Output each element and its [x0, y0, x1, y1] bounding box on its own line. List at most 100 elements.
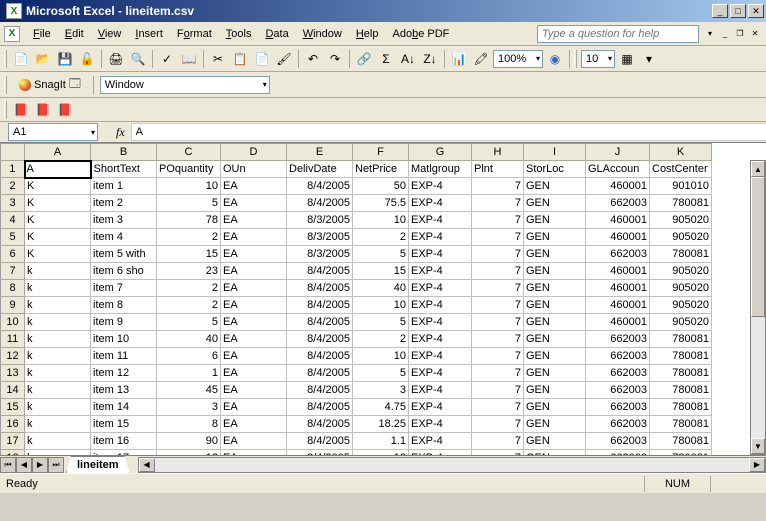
cell-H10[interactable]: 7 [472, 314, 524, 331]
row-header-16[interactable]: 16 [1, 416, 25, 433]
cell-J10[interactable]: 460001 [586, 314, 650, 331]
cell-J2[interactable]: 460001 [586, 178, 650, 195]
row-header-5[interactable]: 5 [1, 229, 25, 246]
cell-D12[interactable]: EA [221, 348, 287, 365]
cell-J8[interactable]: 460001 [586, 280, 650, 297]
cell-F6[interactable]: 5 [353, 246, 409, 263]
cell-J13[interactable]: 662003 [586, 365, 650, 382]
cell-D6[interactable]: EA [221, 246, 287, 263]
cell-D8[interactable]: EA [221, 280, 287, 297]
cell-H17[interactable]: 7 [472, 433, 524, 450]
cell-B2[interactable]: item 1 [91, 178, 157, 195]
cell-J1[interactable]: GLAccoun [586, 161, 650, 178]
cell-D18[interactable]: EA [221, 450, 287, 456]
cell-C7[interactable]: 23 [157, 263, 221, 280]
cell-I17[interactable]: GEN [524, 433, 586, 450]
cell-K11[interactable]: 780081 [650, 331, 712, 348]
cell-E18[interactable]: 8/4/2005 [287, 450, 353, 456]
cell-C18[interactable]: 12 [157, 450, 221, 456]
cell-B13[interactable]: item 12 [91, 365, 157, 382]
select-all-cell[interactable] [1, 144, 25, 161]
row-header-3[interactable]: 3 [1, 195, 25, 212]
row-header-9[interactable]: 9 [1, 297, 25, 314]
cell-K4[interactable]: 905020 [650, 212, 712, 229]
cell-I8[interactable]: GEN [524, 280, 586, 297]
cell-C8[interactable]: 2 [157, 280, 221, 297]
cell-D7[interactable]: EA [221, 263, 287, 280]
cell-H4[interactable]: 7 [472, 212, 524, 229]
cell-I15[interactable]: GEN [524, 399, 586, 416]
menu-format[interactable]: Format [170, 26, 219, 42]
save-icon[interactable]: 💾 [55, 49, 75, 69]
cell-H18[interactable]: 7 [472, 450, 524, 456]
cell-B16[interactable]: item 15 [91, 416, 157, 433]
mdi-minimize-button[interactable]: _ [718, 28, 732, 40]
cell-K15[interactable]: 780081 [650, 399, 712, 416]
cell-A18[interactable]: k [25, 450, 91, 456]
cell-C5[interactable]: 2 [157, 229, 221, 246]
hyperlink-icon[interactable]: 🔗 [354, 49, 374, 69]
horizontal-scrollbar[interactable]: ◀ ▶ [138, 457, 766, 473]
cell-B10[interactable]: item 9 [91, 314, 157, 331]
cell-E9[interactable]: 8/4/2005 [287, 297, 353, 314]
chart-icon[interactable]: 📊 [449, 49, 469, 69]
pdf-convert-email-icon[interactable]: 📕 [33, 100, 53, 120]
cell-B9[interactable]: item 8 [91, 297, 157, 314]
cell-C14[interactable]: 45 [157, 382, 221, 399]
cell-D4[interactable]: EA [221, 212, 287, 229]
cell-B6[interactable]: item 5 with [91, 246, 157, 263]
vertical-scrollbar[interactable]: ▲ ▼ [750, 160, 766, 455]
cell-E17[interactable]: 8/4/2005 [287, 433, 353, 450]
cell-F12[interactable]: 10 [353, 348, 409, 365]
spelling-icon[interactable]: ✓ [157, 49, 177, 69]
cell-E14[interactable]: 8/4/2005 [287, 382, 353, 399]
cell-D13[interactable]: EA [221, 365, 287, 382]
row-header-15[interactable]: 15 [1, 399, 25, 416]
cell-G15[interactable]: EXP-4 [409, 399, 472, 416]
cell-I18[interactable]: GEN [524, 450, 586, 456]
cell-I16[interactable]: GEN [524, 416, 586, 433]
cell-D1[interactable]: OUn [221, 161, 287, 178]
cell-G11[interactable]: EXP-4 [409, 331, 472, 348]
cell-F9[interactable]: 10 [353, 297, 409, 314]
worksheet-grid[interactable]: ABCDEFGHIJK1AShortTextPOquantityOUnDeliv… [0, 143, 766, 455]
cell-F3[interactable]: 75.5 [353, 195, 409, 212]
cell-J6[interactable]: 662003 [586, 246, 650, 263]
cell-H9[interactable]: 7 [472, 297, 524, 314]
formula-input[interactable]: A [131, 123, 766, 141]
cell-C6[interactable]: 15 [157, 246, 221, 263]
col-header-A[interactable]: A [25, 144, 91, 161]
cell-C9[interactable]: 2 [157, 297, 221, 314]
pdf-convert-icon[interactable]: 📕 [11, 100, 31, 120]
cell-K9[interactable]: 905020 [650, 297, 712, 314]
cell-K14[interactable]: 780081 [650, 382, 712, 399]
print-preview-icon[interactable]: 🔍 [128, 49, 148, 69]
scroll-right-icon[interactable]: ▶ [749, 458, 765, 472]
cell-F7[interactable]: 15 [353, 263, 409, 280]
cell-J9[interactable]: 460001 [586, 297, 650, 314]
cell-E10[interactable]: 8/4/2005 [287, 314, 353, 331]
col-header-B[interactable]: B [91, 144, 157, 161]
cell-A15[interactable]: k [25, 399, 91, 416]
cell-G17[interactable]: EXP-4 [409, 433, 472, 450]
col-header-C[interactable]: C [157, 144, 221, 161]
paste-icon[interactable]: 📄 [252, 49, 272, 69]
toolbar-options-icon[interactable]: ▾ [639, 49, 659, 69]
col-header-H[interactable]: H [472, 144, 524, 161]
scroll-up-icon[interactable]: ▲ [751, 161, 765, 177]
cell-C10[interactable]: 5 [157, 314, 221, 331]
cell-H15[interactable]: 7 [472, 399, 524, 416]
row-header-12[interactable]: 12 [1, 348, 25, 365]
research-icon[interactable]: 📖 [179, 49, 199, 69]
cell-A12[interactable]: k [25, 348, 91, 365]
help-icon[interactable]: ◉ [545, 49, 565, 69]
menu-view[interactable]: View [91, 26, 129, 42]
sort-asc-icon[interactable]: A↓ [398, 49, 418, 69]
scroll-thumb[interactable] [751, 177, 765, 317]
cell-H7[interactable]: 7 [472, 263, 524, 280]
drawing-icon[interactable]: 🖍 [471, 49, 491, 69]
cell-K7[interactable]: 905020 [650, 263, 712, 280]
cell-J4[interactable]: 460001 [586, 212, 650, 229]
cell-B12[interactable]: item 11 [91, 348, 157, 365]
cell-E16[interactable]: 8/4/2005 [287, 416, 353, 433]
